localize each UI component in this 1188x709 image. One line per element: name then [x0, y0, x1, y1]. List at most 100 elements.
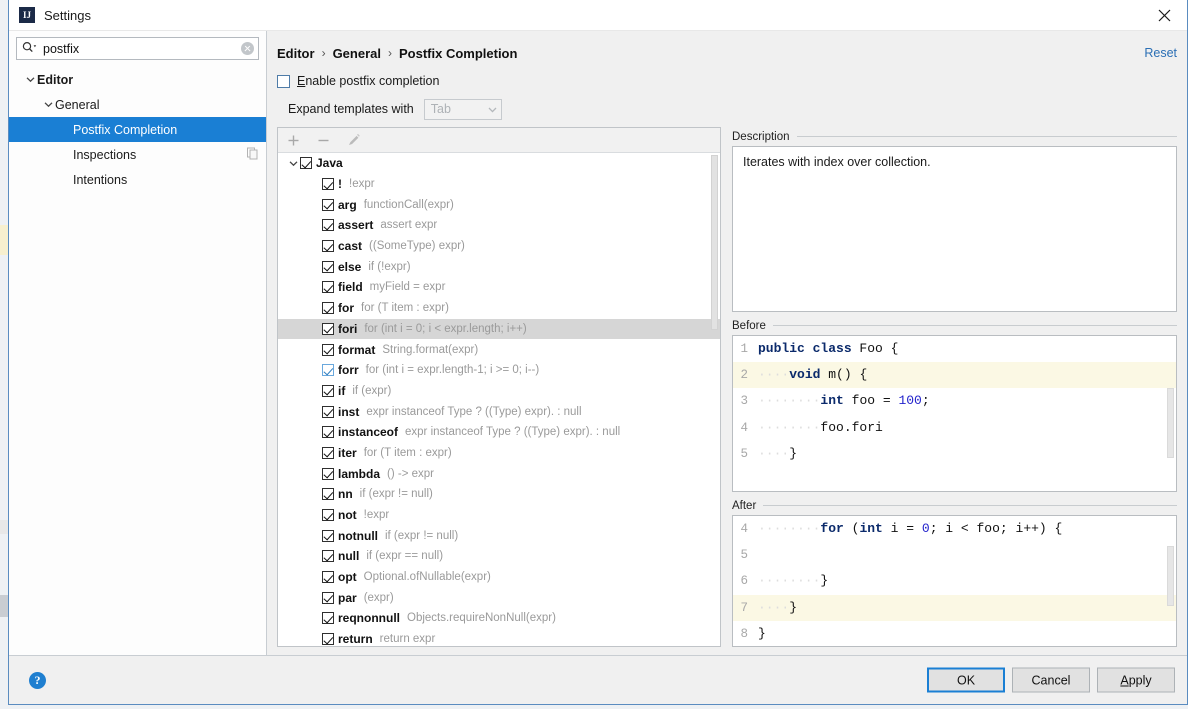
pencil-icon[interactable] [345, 132, 362, 149]
template-row-opt[interactable]: optOptional.ofNullable(expr) [278, 567, 720, 588]
templates-scrollbar[interactable] [710, 153, 719, 646]
template-row-fori[interactable]: forifor (int i = 0; i < expr.length; i++… [278, 319, 720, 340]
template-row-Java[interactable]: Java [278, 153, 720, 174]
template-checkbox[interactable] [322, 385, 334, 397]
dialog-titlebar: Settings [9, 0, 1187, 31]
reset-link[interactable]: Reset [1144, 46, 1177, 60]
template-row-[interactable]: !!expr [278, 174, 720, 195]
template-row-format[interactable]: formatString.format(expr) [278, 339, 720, 360]
enable-postfix-completion-checkbox[interactable] [277, 75, 290, 88]
chevron-down-icon[interactable] [41, 101, 55, 108]
sidebar-item-label: General [55, 98, 99, 112]
template-row-notnull[interactable]: notnullif (expr != null) [278, 525, 720, 546]
template-row-forr[interactable]: forrfor (int i = expr.length-1; i >= 0; … [278, 360, 720, 381]
template-checkbox[interactable] [322, 178, 334, 190]
template-checkbox[interactable] [322, 323, 334, 335]
template-row-arg[interactable]: argfunctionCall(expr) [278, 194, 720, 215]
template-key: field [338, 280, 363, 294]
template-row-else[interactable]: elseif (!expr) [278, 256, 720, 277]
templates-list[interactable]: Java!!exprargfunctionCall(expr)assertass… [278, 153, 720, 646]
template-checkbox[interactable] [322, 364, 334, 376]
template-checkbox[interactable] [322, 468, 334, 480]
template-description: if (!expr) [368, 261, 410, 273]
chevron-down-icon[interactable] [287, 160, 300, 167]
plus-icon[interactable] [285, 132, 302, 149]
apply-button[interactable]: Apply [1097, 668, 1175, 693]
sidebar-item-intentions[interactable]: Intentions [9, 167, 266, 192]
search-box[interactable] [16, 37, 259, 60]
template-key: null [338, 549, 359, 563]
before-scrollbar[interactable] [1166, 336, 1175, 491]
before-section-header: Before [732, 316, 1177, 335]
breadcrumb-item-general[interactable]: General [333, 46, 381, 61]
template-checkbox[interactable] [322, 261, 334, 273]
template-description: for (int i = 0; i < expr.length; i++) [364, 323, 526, 335]
chevron-down-icon[interactable] [23, 76, 37, 83]
template-row-iter[interactable]: iterfor (T item : expr) [278, 443, 720, 464]
template-row-cast[interactable]: cast((SomeType) expr) [278, 236, 720, 257]
template-row-for[interactable]: forfor (T item : expr) [278, 298, 720, 319]
template-checkbox[interactable] [322, 406, 334, 418]
templates-scrollbar-thumb[interactable] [711, 155, 718, 330]
breadcrumb-item-editor[interactable]: Editor [277, 46, 315, 61]
footer-buttons: OK Cancel Apply [927, 668, 1175, 693]
clear-icon[interactable] [241, 42, 254, 55]
template-checkbox[interactable] [322, 571, 334, 583]
template-checkbox[interactable] [322, 550, 334, 562]
sidebar-item-general[interactable]: General [9, 92, 266, 117]
template-row-nn[interactable]: nnif (expr != null) [278, 484, 720, 505]
template-checkbox[interactable] [322, 302, 334, 314]
expand-templates-select[interactable]: Tab [424, 99, 502, 120]
ok-button[interactable]: OK [927, 668, 1005, 693]
template-row-par[interactable]: par(expr) [278, 587, 720, 608]
template-row-assert[interactable]: assertassert expr [278, 215, 720, 236]
template-row-null[interactable]: nullif (expr == null) [278, 546, 720, 567]
template-row-inst[interactable]: instexpr instanceof Type ? ((Type) expr)… [278, 401, 720, 422]
template-checkbox[interactable] [322, 281, 334, 293]
after-scrollbar[interactable] [1166, 516, 1175, 646]
minus-icon[interactable] [315, 132, 332, 149]
after-scrollbar-thumb[interactable] [1167, 546, 1174, 606]
template-checkbox[interactable] [322, 240, 334, 252]
code-line: 7····} [733, 595, 1176, 621]
template-checkbox[interactable] [322, 592, 334, 604]
close-icon[interactable] [1141, 0, 1187, 31]
template-checkbox[interactable] [322, 612, 334, 624]
code-line: 2····void m() { [733, 362, 1176, 388]
template-checkbox[interactable] [322, 530, 334, 542]
template-description: (expr) [364, 592, 394, 604]
before-scrollbar-thumb[interactable] [1167, 388, 1174, 458]
copy-icon[interactable] [247, 147, 258, 162]
line-number: 7 [733, 595, 752, 621]
template-description: expr instanceof Type ? ((Type) expr). : … [405, 426, 620, 438]
template-checkbox[interactable] [322, 219, 334, 231]
template-row-if[interactable]: ifif (expr) [278, 381, 720, 402]
sidebar-item-postfix-completion[interactable]: Postfix Completion [9, 117, 266, 142]
template-checkbox[interactable] [322, 344, 334, 356]
after-label: After [732, 500, 756, 512]
template-row-lambda[interactable]: lambda() -> expr [278, 463, 720, 484]
sidebar-item-editor[interactable]: Editor [9, 67, 266, 92]
template-checkbox[interactable] [322, 633, 334, 645]
template-row-not[interactable]: not!expr [278, 505, 720, 526]
search-input[interactable] [43, 42, 241, 56]
line-number: 3 [733, 388, 752, 414]
template-row-instanceof[interactable]: instanceofexpr instanceof Type ? ((Type)… [278, 422, 720, 443]
template-description: !expr [349, 178, 375, 190]
help-icon[interactable]: ? [29, 672, 46, 689]
template-row-reqnonnull[interactable]: reqnonnullObjects.requireNonNull(expr) [278, 608, 720, 629]
template-detail-column: Description Iterates with index over col… [732, 127, 1177, 647]
template-checkbox[interactable] [322, 509, 334, 521]
sidebar-item-inspections[interactable]: Inspections [9, 142, 266, 167]
template-checkbox[interactable] [322, 447, 334, 459]
template-row-return[interactable]: returnreturn expr [278, 629, 720, 646]
template-key: for [338, 301, 354, 315]
template-checkbox[interactable] [322, 199, 334, 211]
cancel-button[interactable]: Cancel [1012, 668, 1090, 693]
before-code-box: 1public class Foo {2····void m() {3·····… [732, 335, 1177, 492]
template-checkbox[interactable] [300, 157, 312, 169]
template-checkbox[interactable] [322, 426, 334, 438]
template-checkbox[interactable] [322, 488, 334, 500]
template-row-field[interactable]: fieldmyField = expr [278, 277, 720, 298]
search-container [9, 31, 266, 65]
